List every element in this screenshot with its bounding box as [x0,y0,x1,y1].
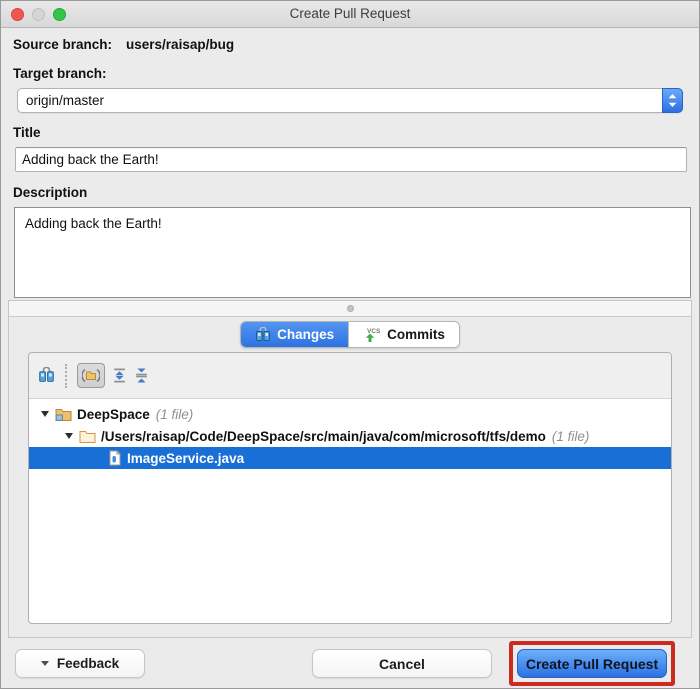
target-branch-label: Target branch: [13,66,687,83]
folder-icon [79,429,96,444]
lower-panel: Changes VCS Commits [8,300,692,638]
minimize-button[interactable] [32,8,45,21]
target-branch-select[interactable]: origin/master [17,88,683,113]
cancel-button-label: Cancel [379,656,425,672]
title-input[interactable] [15,147,687,172]
create-pull-request-dialog: Create Pull Request Source branch: users/… [0,0,700,689]
splitter-handle[interactable] [9,301,691,317]
expand-all-button[interactable] [112,368,127,383]
file-tree: DeepSpace (1 file) /Users/raisap/Code/De… [29,399,671,469]
expand-all-icon [112,368,127,383]
description-textarea[interactable] [14,207,691,298]
form-area: Source branch: users/raisap/bug Target br… [1,37,699,298]
tab-commits[interactable]: VCS Commits [348,322,459,347]
collapse-all-button[interactable] [134,368,149,383]
create-pull-request-button[interactable]: Create Pull Request [517,649,667,678]
red-annotation-box: Create Pull Request [509,641,675,686]
dropdown-caret-icon [41,661,49,666]
source-branch-row: Source branch: users/raisap/bug [13,37,687,55]
tab-segmented-control: Changes VCS Commits [240,321,460,348]
svg-text:VCS: VCS [367,328,381,335]
splitter-dot-icon [347,305,354,312]
chevron-down-icon[interactable] [41,411,49,417]
collapse-all-icon [134,368,149,383]
java-file-icon [108,450,122,466]
vcs-commit-icon: VCS [363,326,381,343]
tree-row-meta: (1 file) [156,407,194,422]
tab-changes[interactable]: Changes [241,322,348,347]
changes-icon [38,367,55,384]
changelist-button[interactable] [38,367,55,384]
chevron-down-icon[interactable] [65,433,73,439]
tree-row-label: ImageService.java [127,451,244,466]
project-folder-icon [55,407,72,422]
feedback-button[interactable]: Feedback [15,649,145,678]
feedback-button-label: Feedback [57,656,119,671]
tree-row-project[interactable]: DeepSpace (1 file) [29,403,671,425]
changes-panel: DeepSpace (1 file) /Users/raisap/Code/De… [28,352,672,624]
select-stepper-icon[interactable] [662,88,683,113]
footer: Feedback Cancel Create Pull Request [1,638,699,689]
chevron-up-down-icon [668,93,677,108]
titlebar: Create Pull Request [1,1,699,28]
group-by-directory-button[interactable] [77,363,105,388]
traffic-lights [11,8,66,21]
maximize-button[interactable] [53,8,66,21]
source-branch-label: Source branch: [13,37,112,52]
title-label: Title [13,125,687,142]
create-pull-request-label: Create Pull Request [526,656,658,672]
tree-row-directory[interactable]: /Users/raisap/Code/DeepSpace/src/main/ja… [29,425,671,447]
close-button[interactable] [11,8,24,21]
description-label: Description [13,185,687,202]
cancel-button[interactable]: Cancel [312,649,492,678]
tab-changes-label: Changes [277,327,334,342]
changes-icon [255,327,271,343]
target-branch-selected-value: origin/master [26,93,104,108]
tree-row-meta: (1 file) [552,429,590,444]
window-title: Create Pull Request [1,1,699,27]
tree-row-label: DeepSpace [77,407,150,422]
tree-row-label: /Users/raisap/Code/DeepSpace/src/main/ja… [101,429,546,444]
source-branch-value: users/raisap/bug [126,37,234,52]
tab-commits-label: Commits [387,327,445,342]
tree-row-file-selected[interactable]: ImageService.java [29,447,671,469]
tab-bar: Changes VCS Commits [9,317,691,352]
group-by-directory-icon [82,368,100,383]
changes-toolbar [29,353,671,399]
toolbar-separator [65,364,67,388]
